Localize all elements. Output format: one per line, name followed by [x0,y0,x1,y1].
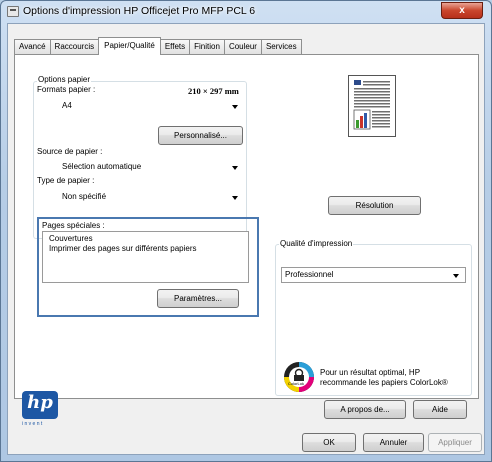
list-item[interactable]: Couvertures [49,234,93,243]
close-button[interactable]: x [441,2,483,19]
tab-couleur[interactable]: Couleur [223,39,262,54]
paper-size-label: Formats papier : [37,85,96,94]
tab-raccourcis[interactable]: Raccourcis [49,39,100,54]
colorlok-text-line2: recommande les papiers ColorLok® [320,378,448,387]
chevron-down-icon [232,166,238,170]
ok-button[interactable]: OK [302,433,356,452]
document-preview-icon [353,80,390,130]
help-button[interactable]: Aide [413,400,467,419]
paper-type-selected: Non spécifié [62,192,107,201]
resolution-button[interactable]: Résolution [328,196,421,215]
chevron-down-icon [232,196,238,200]
paper-source-label: Source de papier : [37,147,103,156]
cancel-button[interactable]: Annuler [363,433,424,452]
special-pages-list[interactable]: Couvertures Imprimer des pages sur diffé… [42,231,249,283]
hp-logo: hp [22,391,58,419]
chevron-down-icon [453,274,459,278]
paper-type-label: Type de papier : [37,176,95,185]
chevron-down-icon [232,105,238,109]
special-pages-settings-button[interactable]: Paramètres... [157,289,239,308]
list-item[interactable]: Imprimer des pages sur différents papier… [49,244,196,253]
dialog-client: Avancé Raccourcis Papier/Qualité Effets … [7,23,485,455]
page-preview [348,75,396,137]
title-bar[interactable]: Options d'impression HP Officejet Pro MF… [1,1,491,23]
about-button[interactable]: A propos de... [324,400,406,419]
paper-size-select[interactable]: A4 [41,98,245,113]
print-quality-selected: Professionnel [285,270,334,279]
paper-source-select[interactable]: Sélection automatique [41,159,245,174]
paper-size-dimensions: 210 × 297 mm [188,86,239,96]
print-quality-title: Qualité d'impression [279,239,354,248]
paper-type-select[interactable]: Non spécifié [41,189,245,204]
colorlok-text-line1: Pour un résultat optimal, HP [320,368,421,377]
paper-size-selected: A4 [62,101,72,110]
tab-panel-papier-qualite: Options papier Formats papier : 210 × 29… [14,54,479,399]
special-pages-label: Pages spéciales : [42,221,105,230]
window-title: Options d'impression HP Officejet Pro MF… [23,5,256,17]
print-options-window: Options d'impression HP Officejet Pro MF… [0,0,492,462]
apply-button[interactable]: Appliquer [428,433,482,452]
tab-strip: Avancé Raccourcis Papier/Qualité Effets … [14,37,302,55]
colorlok-badge: ColorLok [288,381,305,386]
tab-papier-qualite[interactable]: Papier/Qualité [98,37,161,55]
tab-avance[interactable]: Avancé [14,39,51,54]
paper-options-title: Options papier [37,75,92,84]
paper-source-selected: Sélection automatique [62,162,142,171]
colorlok-icon [284,362,314,392]
hp-logo-text: hp [27,392,53,413]
custom-size-button[interactable]: Personnalisé... [158,126,243,145]
tab-services[interactable]: Services [260,39,302,54]
hp-tagline: i n v e n t [22,421,43,427]
tab-effets[interactable]: Effets [159,39,191,54]
tab-finition[interactable]: Finition [189,39,225,54]
print-quality-select[interactable]: Professionnel [281,267,466,283]
printer-icon [7,6,19,17]
